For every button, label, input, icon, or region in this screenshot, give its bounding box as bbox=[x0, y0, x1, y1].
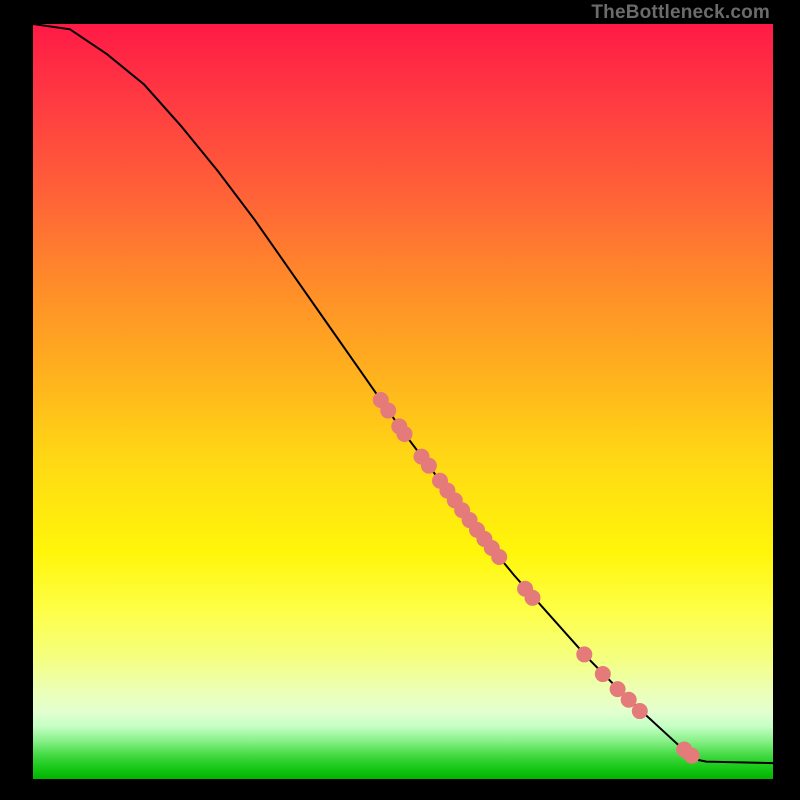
attribution-label: TheBottleneck.com bbox=[591, 2, 770, 24]
data-dot bbox=[491, 549, 507, 565]
data-dot bbox=[396, 426, 412, 442]
data-dot bbox=[684, 748, 700, 764]
curve-line bbox=[33, 24, 773, 763]
data-dots bbox=[373, 392, 700, 764]
chart-svg bbox=[33, 24, 773, 779]
data-dot bbox=[576, 646, 592, 662]
data-dot bbox=[595, 666, 611, 682]
chart-frame: TheBottleneck.com bbox=[0, 0, 800, 800]
data-dot bbox=[380, 403, 396, 419]
data-dot bbox=[632, 703, 648, 719]
plot-area bbox=[33, 24, 773, 779]
curve-path bbox=[33, 24, 773, 763]
data-dot bbox=[421, 458, 437, 474]
data-dot bbox=[525, 590, 541, 606]
